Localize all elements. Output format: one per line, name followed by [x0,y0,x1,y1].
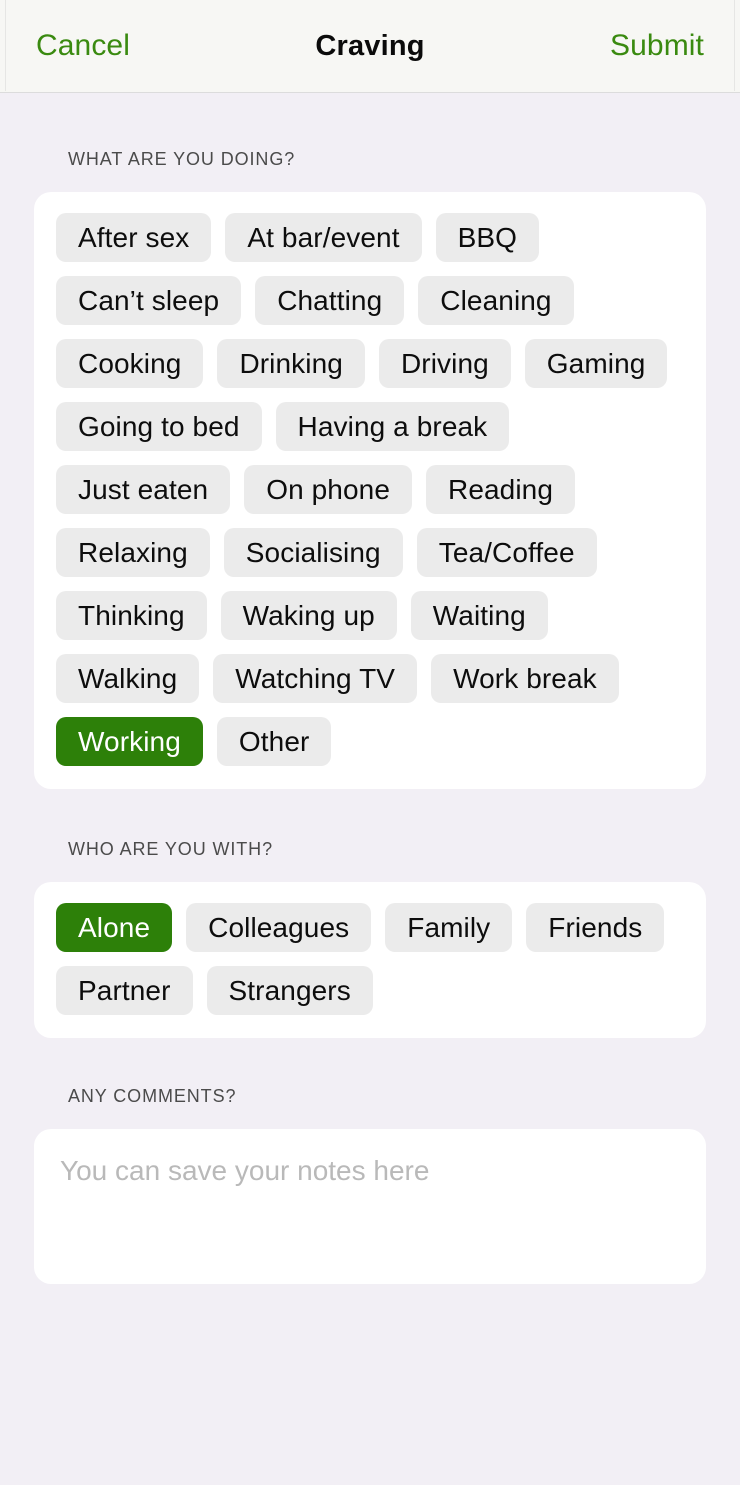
section-label-activity: WHAT ARE YOU DOING? [68,149,296,169]
activity-chip-0[interactable]: After sex [56,213,212,262]
section-comments: ANY COMMENTS? [34,1086,706,1284]
activity-chip-13[interactable]: On phone [244,465,412,514]
activity-chip-24[interactable]: Working [56,717,203,766]
activity-chip-group: After sex At bar/event BBQ Can’t sleep Chatt… [56,213,684,766]
company-chip-group: Alone Colleagues Family Friends Partner Stran… [56,903,684,1015]
section-activity: WHAT ARE YOU DOING? After sex At bar/even… [34,149,706,789]
craving-entry-screen: Cancel Craving Submit WHAT ARE YOU DOING… [0,0,740,1485]
activity-chip-21[interactable]: Walking [56,654,200,703]
activity-chip-25[interactable]: Other [216,717,332,766]
activity-chip-12[interactable]: Just eaten [56,465,231,514]
activity-chip-19[interactable]: Waking up [220,591,397,640]
company-chip-4[interactable]: Partner [56,966,193,1015]
activity-chip-15[interactable]: Relaxing [56,528,210,577]
section-company: WHO ARE YOU WITH? Alone Colleagues Family F… [34,839,706,1038]
activity-card: After sex At bar/event BBQ Can’t sleep Chatt… [34,192,706,789]
company-chip-3[interactable]: Friends [526,903,665,952]
cancel-button[interactable]: Cancel [34,25,132,67]
activity-chip-6[interactable]: Cooking [56,339,204,388]
company-chip-1[interactable]: Colleagues [186,903,372,952]
activity-chip-22[interactable]: Watching TV [213,654,418,703]
activity-chip-23[interactable]: Work break [431,654,619,703]
activity-chip-7[interactable]: Drinking [217,339,365,388]
activity-chip-8[interactable]: Driving [378,339,511,388]
section-label-company: WHO ARE YOU WITH? [68,839,273,859]
activity-chip-4[interactable]: Chatting [255,276,405,325]
submit-button[interactable]: Submit [608,25,706,67]
company-chip-5[interactable]: Strangers [206,966,373,1015]
activity-chip-5[interactable]: Cleaning [418,276,574,325]
activity-chip-20[interactable]: Waiting [410,591,548,640]
activity-chip-11[interactable]: Having a break [275,402,510,451]
activity-chip-1[interactable]: At bar/event [225,213,422,262]
company-chip-2[interactable]: Family [385,903,513,952]
activity-chip-16[interactable]: Socialising [223,528,403,577]
activity-chip-2[interactable]: BBQ [435,213,540,262]
company-card: Alone Colleagues Family Friends Partner Stran… [34,882,706,1038]
company-chip-0[interactable]: Alone [56,903,173,952]
activity-chip-14[interactable]: Reading [426,465,576,514]
activity-chip-10[interactable]: Going to bed [56,402,262,451]
comments-card[interactable] [34,1129,706,1284]
comments-input[interactable] [60,1153,680,1260]
form-content: WHAT ARE YOU DOING? After sex At bar/even… [0,93,740,1485]
activity-chip-9[interactable]: Gaming [524,339,668,388]
navigation-bar: Cancel Craving Submit [0,0,740,93]
activity-chip-17[interactable]: Tea/Coffee [416,528,597,577]
activity-chip-18[interactable]: Thinking [56,591,207,640]
activity-chip-3[interactable]: Can’t sleep [56,276,242,325]
section-label-comments: ANY COMMENTS? [68,1086,237,1106]
